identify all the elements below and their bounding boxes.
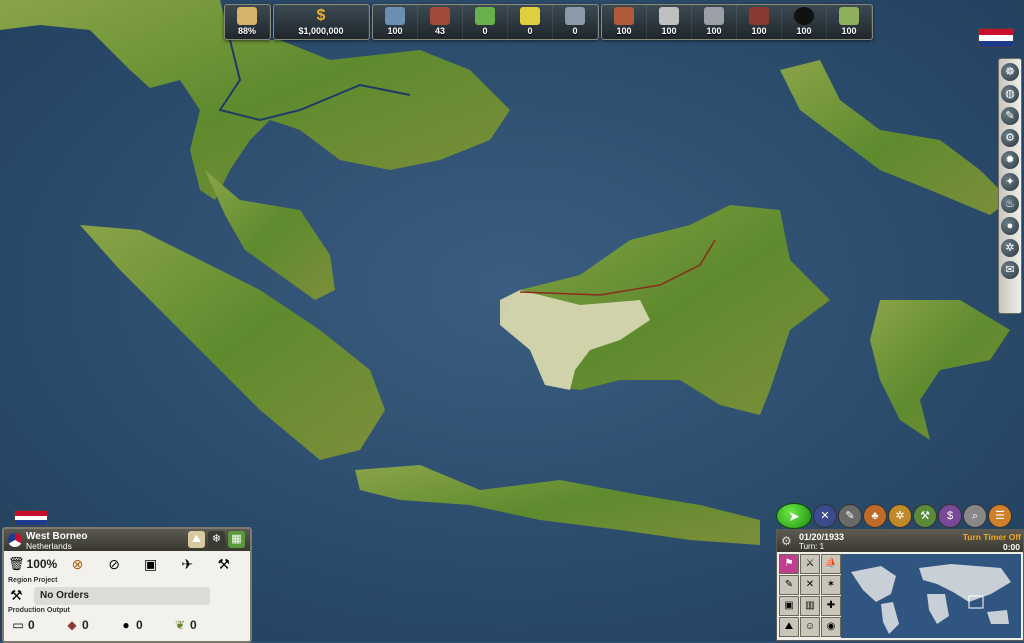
flask-icon bbox=[475, 7, 495, 25]
turn-timer-label[interactable]: Turn Timer Off bbox=[963, 532, 1021, 542]
tank-filter-icon[interactable]: ▣ bbox=[779, 596, 799, 616]
military-icon[interactable]: ✦ bbox=[1001, 173, 1019, 191]
treasury-indicator[interactable]: $ $1,000,000 bbox=[274, 5, 369, 41]
goods-item[interactable]: 100 bbox=[737, 5, 782, 41]
resource-bar: 88% $ $1,000,000 100 43 0 0 0 100 100 10… bbox=[224, 4, 873, 41]
research-icon[interactable]: ✎ bbox=[1001, 107, 1019, 125]
resource-item[interactable]: 0 bbox=[463, 5, 508, 41]
factory-icon bbox=[430, 7, 450, 25]
wheat-icon bbox=[839, 7, 859, 25]
game-date: 01/20/1933 bbox=[799, 532, 845, 542]
resource-item[interactable]: 100 bbox=[373, 5, 418, 41]
tools-icon[interactable]: ⚒ bbox=[213, 553, 234, 575]
military-button[interactable]: ✕ bbox=[813, 504, 837, 528]
province-actions: 🗑 100% ⊗ ⊘ ▣ ✈ ⚒ bbox=[4, 551, 250, 577]
mountain-filter-icon[interactable]: ⛰ bbox=[779, 617, 799, 637]
tank-icon[interactable]: ▣ bbox=[140, 553, 161, 575]
steel-icon bbox=[704, 7, 724, 25]
wheat-icon: ❦ bbox=[174, 618, 186, 632]
truck-icon bbox=[659, 7, 679, 25]
turn-counter: Turn: 1 bbox=[799, 542, 825, 551]
worker-icon bbox=[385, 7, 405, 25]
bucket-icon: 🗑 bbox=[8, 556, 25, 571]
ships-filter-icon[interactable]: ⛵ bbox=[821, 554, 841, 574]
people-filter-icon[interactable]: ☺ bbox=[800, 617, 820, 637]
scales-icon bbox=[237, 7, 257, 25]
approval-indicator[interactable]: 88% bbox=[225, 5, 270, 41]
command-buttons: ➤ ✕ ✎ ♣ ✲ ⚒ $ ⌕ ☰ bbox=[776, 502, 1012, 530]
province-flag bbox=[14, 510, 48, 526]
filter-grid: ⚑ ⚔ ⛵ ✎ ✕ ✶ ▣ ▥ ✚ ⛰ ☺ ◉ bbox=[779, 554, 841, 637]
explosion-icon[interactable]: ✹ bbox=[1001, 151, 1019, 169]
notes-button[interactable]: ☰ bbox=[988, 504, 1012, 528]
province-info-panel: West Borneo Netherlands ⛰ ❄ ▦ 🗑 100% ⊗ ⊘… bbox=[2, 527, 252, 643]
goods-item[interactable]: 100 bbox=[602, 5, 647, 41]
minimap[interactable] bbox=[841, 554, 1021, 638]
map-toggle-icon[interactable]: ▦ bbox=[228, 531, 245, 548]
ore-icon bbox=[749, 7, 769, 25]
cross-filter-icon[interactable]: ✚ bbox=[821, 596, 841, 616]
goods-item[interactable]: 100 bbox=[827, 5, 872, 41]
treasury-value: $1,000,000 bbox=[298, 26, 344, 36]
brush-filter-icon[interactable]: ✎ bbox=[779, 575, 799, 595]
units-filter-icon[interactable]: ⚔ bbox=[800, 554, 820, 574]
trade-button[interactable]: ♣ bbox=[863, 504, 887, 528]
flag-icon bbox=[978, 28, 1014, 48]
oil-drop-icon: ● bbox=[122, 618, 130, 632]
no-build-icon[interactable]: ⊘ bbox=[104, 553, 125, 575]
star-filter-icon[interactable]: ✶ bbox=[821, 575, 841, 595]
fire-icon[interactable]: ♨ bbox=[1001, 195, 1019, 213]
turn-panel: ⚙ 01/20/1933 Turn: 1 Turn Timer Off 0:00… bbox=[776, 529, 1024, 641]
research-button[interactable]: ✎ bbox=[838, 504, 862, 528]
build-button[interactable]: ⚒ bbox=[913, 504, 937, 528]
dollar-icon: $ bbox=[316, 7, 326, 24]
flag-icon bbox=[14, 510, 48, 526]
badge-filter-icon[interactable]: ◉ bbox=[821, 617, 841, 637]
globe-icon[interactable]: ◍ bbox=[1001, 85, 1019, 103]
goods-item[interactable]: 100 bbox=[647, 5, 692, 41]
efficiency-value: 100% bbox=[26, 557, 58, 571]
snowflake-icon[interactable]: ❄ bbox=[208, 531, 225, 548]
pickaxe-icon bbox=[614, 7, 634, 25]
resource-item[interactable]: 0 bbox=[553, 5, 598, 41]
end-turn-button[interactable]: ➤ bbox=[776, 503, 812, 529]
flag-filter-icon[interactable]: ⚑ bbox=[779, 554, 799, 574]
city-filter-icon[interactable]: ▥ bbox=[800, 596, 820, 616]
province-owner: Netherlands bbox=[26, 541, 72, 551]
resource-drop-icon[interactable]: ● bbox=[1001, 217, 1019, 235]
oil-drop-icon bbox=[794, 7, 814, 25]
search-button[interactable]: ⌕ bbox=[963, 504, 987, 528]
date-bar: ⚙ 01/20/1933 Turn: 1 Turn Timer Off 0:00 bbox=[777, 530, 1023, 552]
settings-icon[interactable]: ✲ bbox=[1001, 239, 1019, 257]
production-output-label: Production Output bbox=[8, 607, 70, 614]
production-output: ▭ 0 ◆ 0 ● 0 ❦ 0 bbox=[10, 618, 226, 632]
weapons-filter-icon[interactable]: ✕ bbox=[800, 575, 820, 595]
steel-icon: ▭ bbox=[12, 618, 24, 632]
diplomacy-icon[interactable]: ☸ bbox=[1001, 63, 1019, 81]
chat-icon[interactable]: ✉ bbox=[1001, 261, 1019, 279]
radiation-icon bbox=[520, 7, 540, 25]
goods-item[interactable]: 100 bbox=[692, 5, 737, 41]
finance-button[interactable]: $ bbox=[938, 504, 962, 528]
player-flag[interactable] bbox=[978, 28, 1020, 58]
resource-item[interactable]: 0 bbox=[508, 5, 553, 41]
approval-value: 88% bbox=[237, 26, 256, 36]
gear-icon[interactable]: ⚙ bbox=[1001, 129, 1019, 147]
artillery-icon[interactable]: ✈ bbox=[177, 553, 198, 575]
right-toolbar: ☸ ◍ ✎ ⚙ ✹ ✦ ♨ ● ✲ ✉ bbox=[998, 58, 1022, 314]
production-button[interactable]: ✲ bbox=[888, 504, 912, 528]
orders-field[interactable]: No Orders bbox=[34, 587, 210, 605]
barrel-icon bbox=[565, 7, 585, 25]
terrain-icon[interactable]: ⛰ bbox=[188, 531, 205, 548]
resource-item[interactable]: 43 bbox=[418, 5, 463, 41]
region-project-label: Region Project bbox=[8, 577, 58, 584]
ore-icon: ◆ bbox=[67, 618, 77, 632]
nation-logo-icon bbox=[8, 533, 22, 547]
pickaxe-icon[interactable]: ⚒ bbox=[10, 587, 23, 604]
turn-timer-value: 0:00 bbox=[1002, 542, 1020, 552]
goods-item[interactable]: 100 bbox=[782, 5, 827, 41]
province-header: West Borneo Netherlands ⛰ ❄ ▦ bbox=[4, 529, 250, 551]
gear-icon[interactable]: ⚙ bbox=[781, 534, 792, 548]
cancel-action-icon[interactable]: ⊗ bbox=[67, 553, 88, 575]
